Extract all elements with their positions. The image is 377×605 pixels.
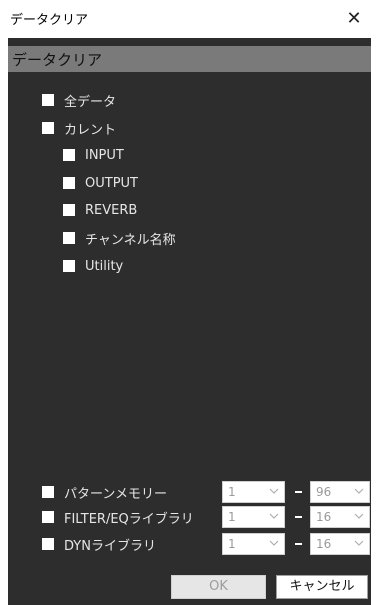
channel-name-checkbox[interactable] (63, 232, 75, 244)
filter-eq-library-option[interactable]: FILTER/EQライブラリ (42, 508, 194, 527)
dyn-to-value: 16 (316, 537, 332, 551)
chevron-down-icon (354, 488, 364, 494)
filter-eq-library-label: FILTER/EQライブラリ (64, 511, 194, 527)
dyn-library-option[interactable]: DYNライブラリ (42, 535, 156, 554)
current-item-utility[interactable]: Utility (63, 257, 123, 275)
title-bar: データクリア ✕ (0, 0, 377, 38)
all-data-label: 全データ (64, 94, 117, 110)
chevron-down-icon (354, 540, 364, 546)
current-checkbox[interactable] (42, 122, 54, 134)
current-item-reverb[interactable]: REVERB (63, 201, 137, 219)
current-item-input[interactable]: INPUT (63, 146, 124, 164)
current-item-output[interactable]: OUTPUT (63, 174, 138, 192)
chevron-down-icon (354, 513, 364, 519)
pattern-memory-checkbox[interactable] (42, 486, 54, 498)
ok-button[interactable]: OK (171, 575, 266, 599)
range-dash (295, 491, 302, 493)
filter-eq-from-value: 1 (228, 510, 236, 524)
chevron-down-icon (269, 540, 279, 546)
reverb-label: REVERB (85, 202, 138, 218)
pattern-memory-option[interactable]: パターンメモリー (42, 483, 167, 502)
all-data-checkbox[interactable] (42, 94, 54, 106)
dyn-from-select[interactable]: 1 (222, 533, 285, 555)
input-label: INPUT (85, 147, 124, 163)
dyn-library-label: DYNライブラリ (64, 538, 156, 554)
dyn-to-select[interactable]: 16 (310, 533, 370, 555)
reverb-checkbox[interactable] (63, 204, 75, 216)
current-item-channel-name[interactable]: チャンネル名称 (63, 229, 176, 248)
output-checkbox[interactable] (63, 177, 75, 189)
filter-eq-to-select[interactable]: 16 (310, 506, 370, 528)
range-dash (295, 516, 302, 518)
pattern-memory-to-value: 96 (316, 485, 332, 499)
output-label: OUTPUT (85, 175, 138, 191)
window-title: データクリア (10, 13, 89, 28)
all-data-option[interactable]: 全データ (42, 91, 117, 110)
pattern-memory-label: パターンメモリー (64, 486, 167, 502)
chevron-down-icon (269, 488, 279, 494)
section-title: データクリア (12, 51, 103, 69)
section-header: データクリア (8, 46, 371, 72)
utility-label: Utility (85, 258, 124, 274)
pattern-memory-to-select[interactable]: 96 (310, 481, 370, 503)
chevron-down-icon (269, 513, 279, 519)
input-checkbox[interactable] (63, 149, 75, 161)
cancel-button[interactable]: キャンセル (276, 575, 368, 599)
pattern-memory-from-select[interactable]: 1 (222, 481, 285, 503)
filter-eq-to-value: 16 (316, 510, 332, 524)
current-option[interactable]: カレント (42, 119, 117, 138)
filter-eq-from-select[interactable]: 1 (222, 506, 285, 528)
dyn-from-value: 1 (228, 537, 236, 551)
range-dash (295, 543, 302, 545)
close-icon[interactable]: ✕ (331, 0, 377, 38)
dyn-library-checkbox[interactable] (42, 538, 54, 550)
pattern-memory-from-value: 1 (228, 485, 236, 499)
dialog-body: データクリア 全データ カレント INPUT OUTPUT REVERB チャン… (8, 38, 371, 605)
current-label: カレント (64, 122, 117, 138)
utility-checkbox[interactable] (63, 260, 75, 272)
filter-eq-library-checkbox[interactable] (42, 511, 54, 523)
channel-name-label: チャンネル名称 (85, 232, 176, 248)
